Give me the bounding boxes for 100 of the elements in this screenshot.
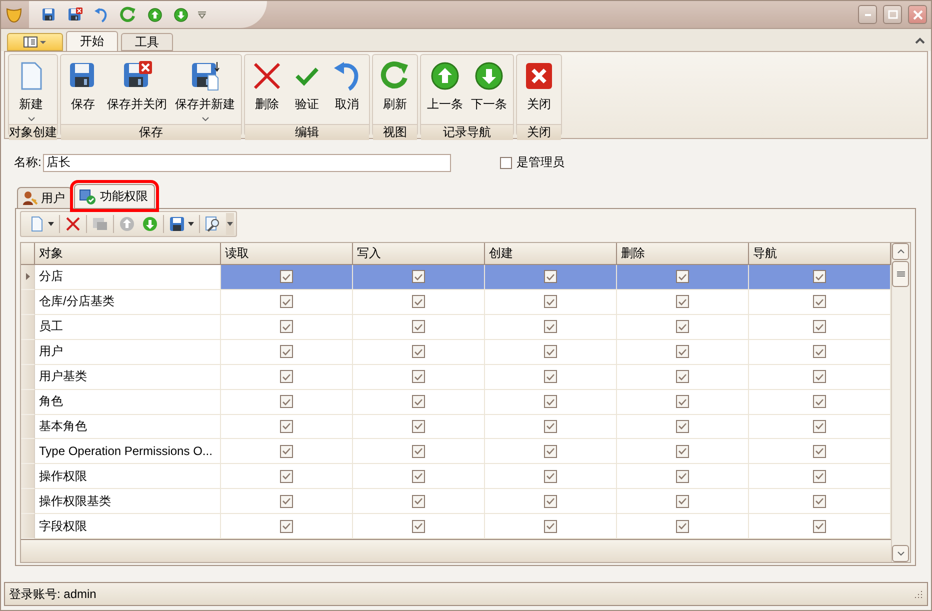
permission-checkbox[interactable] bbox=[280, 270, 293, 284]
permission-checkbox[interactable] bbox=[280, 395, 293, 408]
permission-checkbox[interactable] bbox=[544, 295, 557, 308]
resize-grip-icon[interactable] bbox=[913, 589, 923, 599]
ribbon-button[interactable]: 下一条 bbox=[467, 57, 511, 124]
check-icon bbox=[815, 447, 824, 456]
permission-checkbox[interactable] bbox=[676, 345, 689, 358]
permission-checkbox[interactable] bbox=[280, 444, 293, 458]
permission-checkbox[interactable] bbox=[676, 320, 689, 334]
ribbon-tab[interactable]: 开始 bbox=[66, 31, 118, 51]
permission-checkbox[interactable] bbox=[544, 370, 557, 384]
permission-checkbox[interactable] bbox=[280, 420, 293, 433]
permission-checkbox[interactable] bbox=[412, 270, 425, 284]
ribbon-tab[interactable]: 工具 bbox=[121, 33, 173, 51]
permission-checkbox[interactable] bbox=[813, 295, 826, 308]
overflow-caret-icon[interactable] bbox=[226, 213, 234, 235]
permission-checkbox[interactable] bbox=[412, 494, 425, 508]
permission-checkbox[interactable] bbox=[676, 520, 689, 533]
permission-checkbox[interactable] bbox=[544, 444, 557, 458]
ribbon-button[interactable]: 保存并新建 bbox=[171, 57, 239, 124]
permission-checkbox[interactable] bbox=[412, 370, 425, 384]
permission-checkbox[interactable] bbox=[676, 420, 689, 433]
permission-checkbox[interactable] bbox=[412, 520, 425, 533]
permission-checkbox[interactable] bbox=[813, 494, 826, 508]
scroll-down-button[interactable] bbox=[892, 545, 909, 562]
up-caret-icon bbox=[896, 249, 904, 254]
permission-checkbox[interactable] bbox=[544, 420, 557, 433]
app-menu-button[interactable] bbox=[7, 33, 63, 51]
ribbon-button[interactable]: 上一条 bbox=[423, 57, 467, 124]
permission-checkbox[interactable] bbox=[280, 370, 293, 384]
permission-checkbox[interactable] bbox=[544, 320, 557, 334]
ribbon-button[interactable]: 保存并关闭 bbox=[103, 57, 171, 124]
row-header[interactable] bbox=[21, 265, 35, 290]
column-header[interactable]: 读取 bbox=[221, 243, 353, 265]
close-window-button[interactable] bbox=[908, 5, 927, 24]
permission-checkbox[interactable] bbox=[544, 345, 557, 358]
permission-checkbox[interactable] bbox=[412, 320, 425, 334]
column-header[interactable]: 导航 bbox=[749, 243, 891, 265]
customize-caret-icon[interactable] bbox=[197, 10, 207, 18]
permission-checkbox[interactable] bbox=[544, 470, 557, 483]
permission-checkbox[interactable] bbox=[813, 370, 826, 384]
permission-checkbox[interactable] bbox=[280, 345, 293, 358]
dropdown-caret-icon[interactable] bbox=[48, 222, 54, 226]
check-icon bbox=[414, 447, 423, 456]
scroll-thumb[interactable] bbox=[892, 261, 909, 287]
permission-checkbox[interactable] bbox=[676, 494, 689, 508]
name-field[interactable]: 店长 bbox=[43, 154, 452, 172]
permission-checkbox[interactable] bbox=[676, 444, 689, 458]
admin-checkbox[interactable] bbox=[500, 156, 512, 168]
ribbon-button[interactable]: 删除 bbox=[247, 57, 287, 124]
permission-checkbox[interactable] bbox=[544, 270, 557, 284]
vertical-scrollbar[interactable] bbox=[891, 243, 910, 562]
permission-checkbox[interactable] bbox=[813, 270, 826, 284]
permission-checkbox[interactable] bbox=[676, 395, 689, 408]
permission-checkbox[interactable] bbox=[412, 470, 425, 483]
column-header[interactable]: 删除 bbox=[617, 243, 749, 265]
permission-checkbox[interactable] bbox=[280, 295, 293, 308]
column-header[interactable]: 创建 bbox=[485, 243, 617, 265]
maximize-button[interactable] bbox=[883, 5, 902, 24]
permission-checkbox[interactable] bbox=[813, 395, 826, 408]
permission-checkbox[interactable] bbox=[813, 520, 826, 533]
button-label: 上一条 bbox=[427, 96, 463, 113]
permission-checkbox[interactable] bbox=[412, 295, 425, 308]
ribbon-button[interactable]: 关闭 bbox=[519, 57, 559, 124]
permission-checkbox[interactable] bbox=[544, 395, 557, 408]
detail-tab[interactable]: 用户 bbox=[17, 187, 72, 208]
permission-checkbox[interactable] bbox=[412, 444, 425, 458]
permission-checkbox[interactable] bbox=[813, 420, 826, 433]
permission-checkbox[interactable] bbox=[280, 320, 293, 334]
permission-checkbox[interactable] bbox=[412, 345, 425, 358]
column-header[interactable]: 写入 bbox=[353, 243, 485, 265]
ribbon-button[interactable]: 刷新 bbox=[375, 57, 415, 124]
permission-checkbox[interactable] bbox=[676, 295, 689, 308]
app-logo-icon[interactable] bbox=[5, 6, 23, 24]
permission-checkbox[interactable] bbox=[676, 370, 689, 384]
permission-checkbox[interactable] bbox=[544, 520, 557, 533]
column-header[interactable]: 对象 bbox=[35, 243, 221, 265]
collapse-ribbon-icon[interactable] bbox=[915, 37, 925, 44]
permission-checkbox[interactable] bbox=[813, 444, 826, 458]
permission-checkbox[interactable] bbox=[412, 395, 425, 408]
check-icon bbox=[282, 522, 291, 530]
minimize-button[interactable] bbox=[858, 5, 877, 24]
save-icon[interactable] bbox=[169, 216, 185, 232]
ribbon-button[interactable]: 保存 bbox=[63, 57, 103, 124]
permission-checkbox[interactable] bbox=[280, 470, 293, 483]
permission-checkbox[interactable] bbox=[412, 420, 425, 433]
permission-checkbox[interactable] bbox=[280, 520, 293, 533]
permission-checkbox[interactable] bbox=[544, 494, 557, 508]
permission-checkbox[interactable] bbox=[280, 494, 293, 508]
dropdown-caret-icon[interactable] bbox=[188, 222, 194, 226]
save-dropdown-button[interactable] bbox=[167, 214, 196, 234]
ribbon-button[interactable]: 新建 bbox=[11, 57, 51, 124]
permission-checkbox[interactable] bbox=[676, 270, 689, 284]
permission-checkbox[interactable] bbox=[813, 470, 826, 483]
permission-checkbox[interactable] bbox=[813, 320, 826, 334]
ribbon-button[interactable]: 取消 bbox=[327, 57, 367, 124]
ribbon-button[interactable]: 验证 bbox=[287, 57, 327, 124]
scroll-up-button[interactable] bbox=[892, 243, 909, 260]
permission-checkbox[interactable] bbox=[813, 345, 826, 358]
permission-checkbox[interactable] bbox=[676, 470, 689, 483]
